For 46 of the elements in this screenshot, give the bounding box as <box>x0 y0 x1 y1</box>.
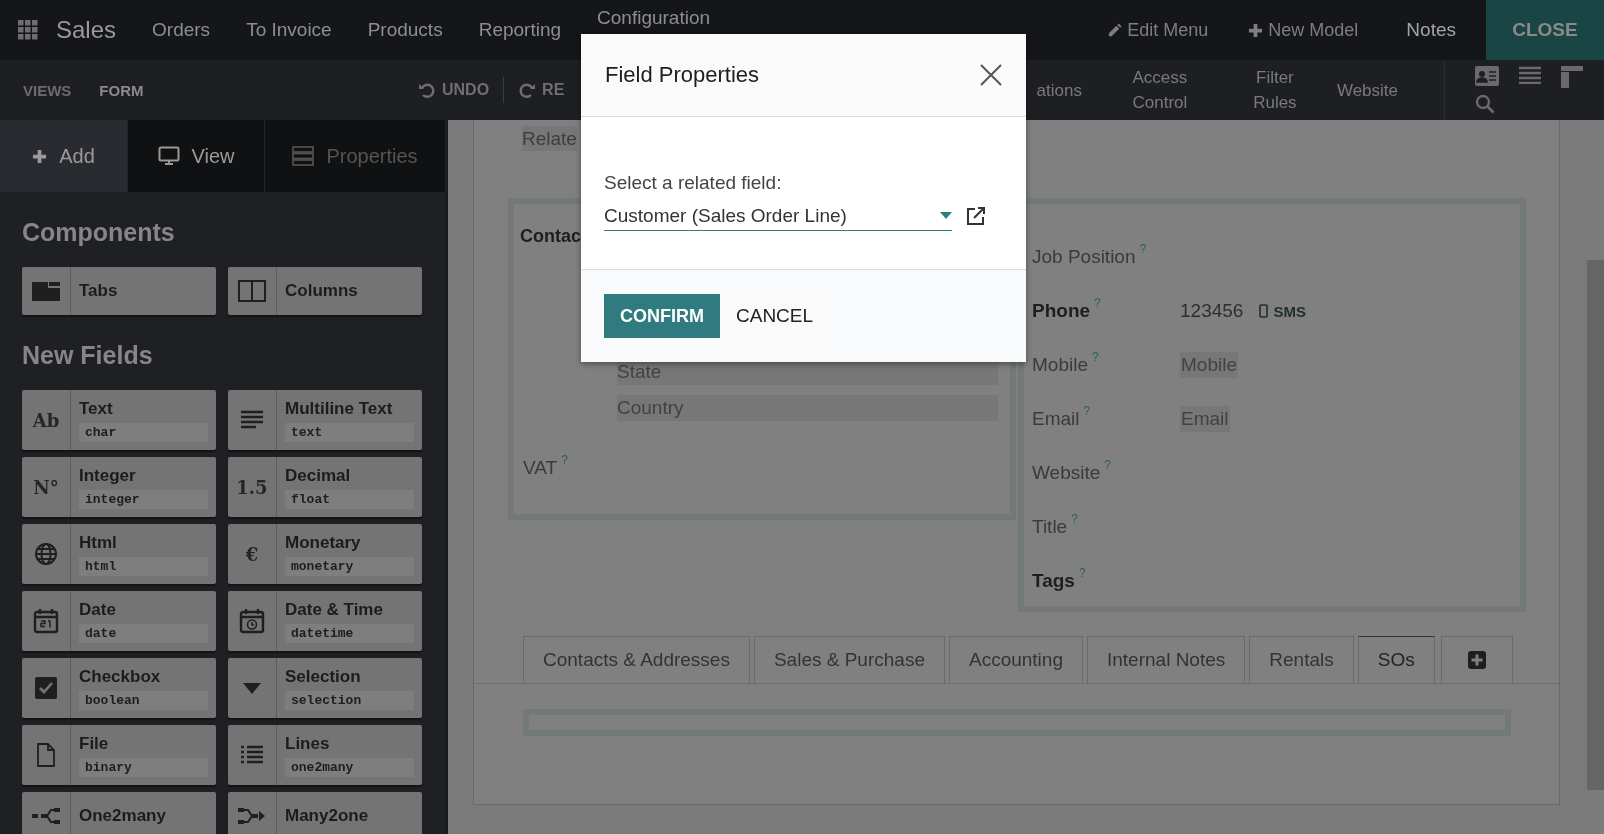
field-type-label: integer <box>79 489 208 509</box>
component-label: File <box>79 733 110 754</box>
type-glyph-icon: 1.5 <box>236 476 268 498</box>
field-label: Relate <box>522 126 577 151</box>
section-heading: New Fields <box>22 341 154 370</box>
section-heading: Components <box>22 218 176 247</box>
field-label: Email <box>1032 408 1080 430</box>
field-type-label: monetary <box>285 556 414 576</box>
field-type-label: html <box>79 556 208 576</box>
component-label: Selection <box>285 666 362 687</box>
component-label: Decimal <box>285 465 352 486</box>
field-type-label: binary <box>79 757 208 777</box>
group-heading: Contac <box>520 226 582 247</box>
type-glyph-icon: Ab <box>32 409 60 431</box>
component-label: One2many <box>79 806 167 826</box>
field-type-label: date <box>79 623 208 643</box>
field-label: Mobile <box>1032 354 1088 376</box>
type-glyph-icon: N° <box>33 476 59 498</box>
field-type-label: char <box>79 422 208 442</box>
type-glyph-icon: € <box>245 543 259 565</box>
component-label: Monetary <box>285 532 362 553</box>
component-label: Date <box>79 599 117 620</box>
component-label: Integer <box>79 465 137 486</box>
field-label: VAT <box>523 457 558 479</box>
field-label: Tags <box>1032 570 1075 592</box>
field-label: Website <box>1032 462 1101 484</box>
field-type-label: float <box>285 489 414 509</box>
field-label: Title <box>1032 516 1068 538</box>
field-type-label: boolean <box>79 690 208 710</box>
field-label: Select a related field: <box>604 172 783 194</box>
field-type-label: text <box>285 422 414 442</box>
dialog-title: Field Properties <box>605 62 760 88</box>
field-type-label: selection <box>285 690 414 710</box>
component-label: Date & Time <box>285 599 384 620</box>
field-label: Phone <box>1032 300 1091 322</box>
component-label: Columns <box>285 281 359 301</box>
component-label: Tabs <box>79 281 119 301</box>
component-label: Text <box>79 398 114 419</box>
component-label: Many2one <box>285 806 370 826</box>
component-label: Multiline Text <box>285 398 394 419</box>
field-label: Job Position <box>1032 246 1136 268</box>
component-label: Html <box>79 532 118 553</box>
field-type-label: one2many <box>285 757 414 777</box>
field-type-label: datetime <box>285 623 414 643</box>
component-label: Checkbox <box>79 666 162 687</box>
component-label: Lines <box>285 733 331 754</box>
